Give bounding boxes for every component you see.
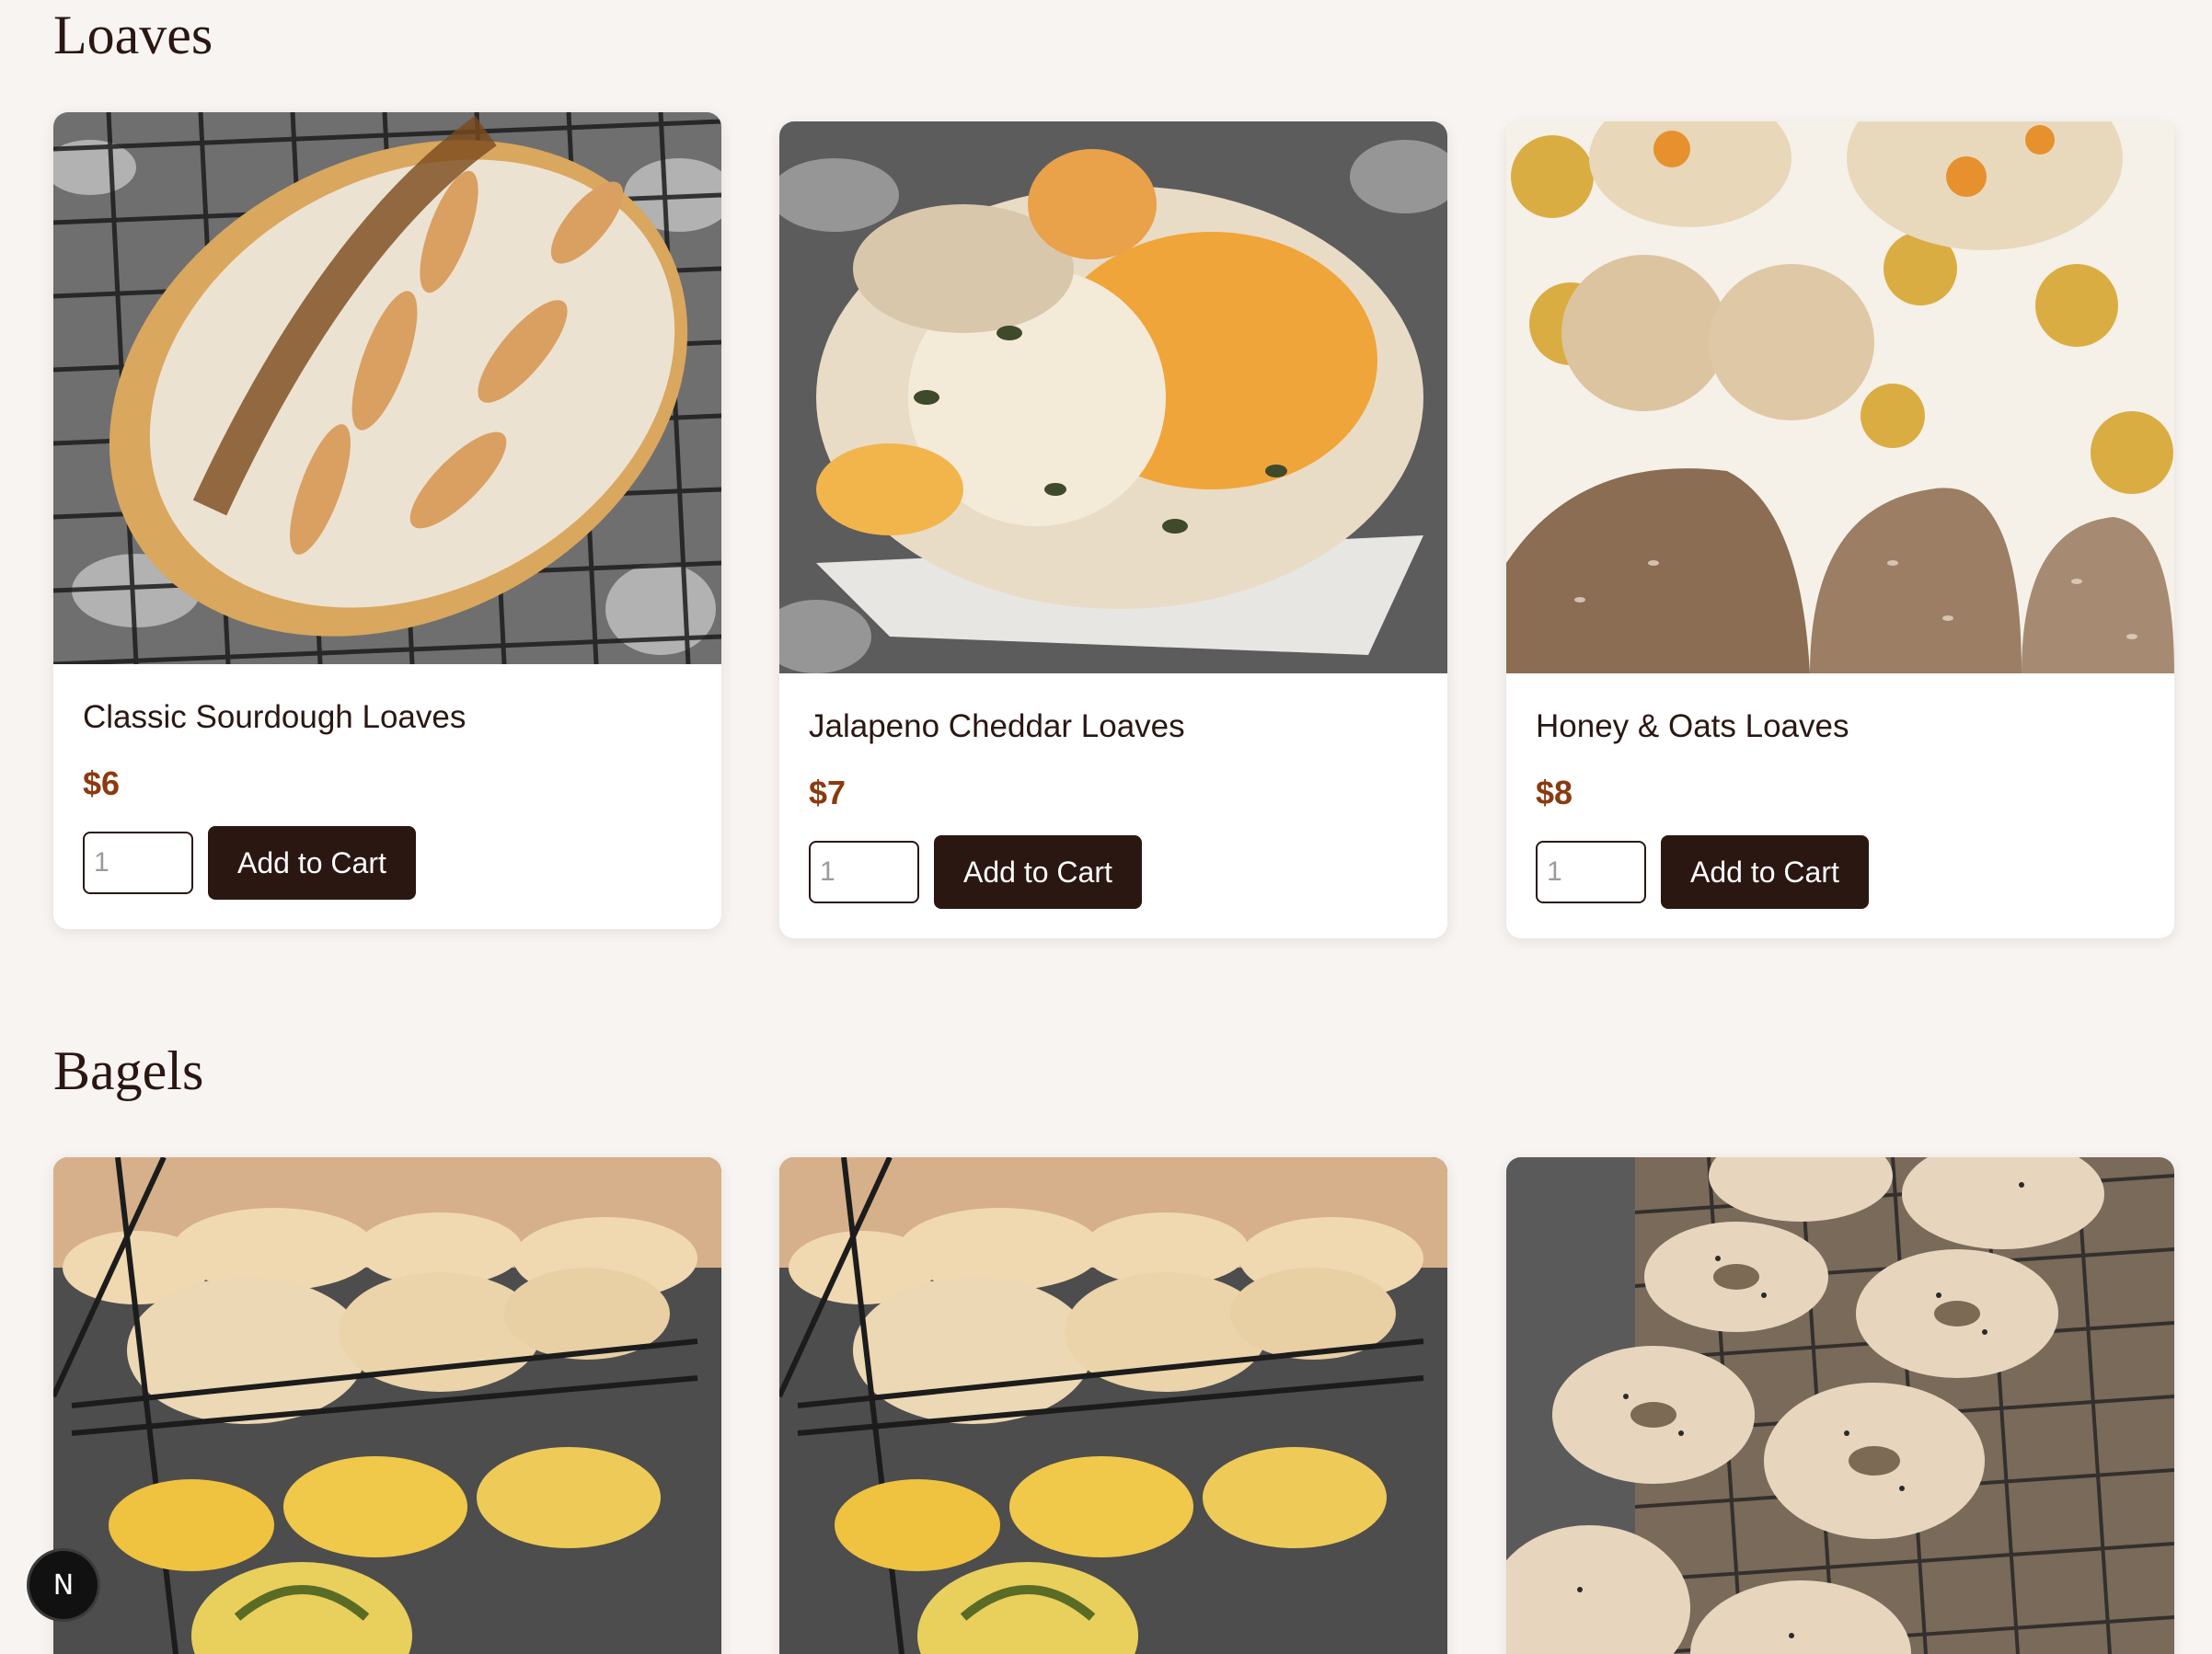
add-to-cart-button[interactable]: Add to Cart bbox=[934, 835, 1142, 910]
product-image-honey-oats[interactable] bbox=[1506, 121, 2174, 673]
nextjs-icon[interactable]: N bbox=[29, 1551, 98, 1619]
product-card-jalapeno-cheddar: Jalapeno Cheddar Loaves $7 Add to Cart bbox=[779, 121, 1447, 939]
add-to-cart-button[interactable]: Add to Cart bbox=[208, 826, 416, 901]
quantity-input[interactable] bbox=[83, 832, 193, 895]
product-card-bagel-1 bbox=[53, 1157, 721, 1654]
product-name: Jalapeno Cheddar Loaves bbox=[809, 708, 1185, 744]
product-card-classic-sourdough: Classic Sourdough Loaves $6 Add to Cart bbox=[53, 112, 721, 930]
product-image-bagels-rack[interactable] bbox=[53, 1157, 721, 1654]
product-card-honey-oats: Honey & Oats Loaves $8 Add to Cart bbox=[1506, 121, 2174, 939]
product-image-everything-bagels[interactable] bbox=[1506, 1157, 2174, 1654]
quantity-input[interactable] bbox=[809, 841, 919, 904]
product-name: Honey & Oats Loaves bbox=[1536, 708, 1849, 744]
product-name: Classic Sourdough Loaves bbox=[83, 699, 467, 735]
quantity-input[interactable] bbox=[1536, 841, 1646, 904]
product-card-bagel-2 bbox=[779, 1157, 1447, 1654]
product-image-sourdough[interactable] bbox=[53, 112, 721, 664]
add-to-cart-button[interactable]: Add to Cart bbox=[1661, 835, 1869, 910]
product-price: $8 bbox=[1536, 774, 1573, 812]
section-title-bagels: Bagels bbox=[53, 1040, 204, 1101]
product-price: $7 bbox=[809, 774, 847, 812]
product-image-bagels-rack[interactable] bbox=[779, 1157, 1447, 1654]
product-image-jalapeno-cheddar[interactable] bbox=[779, 121, 1447, 673]
product-card-bagel-3 bbox=[1506, 1157, 2174, 1654]
product-page: Loaves Classic Sourdough Loaves $6 1 Add… bbox=[0, 0, 2212, 1654]
section-title-loaves: Loaves bbox=[53, 5, 213, 65]
product-price: $6 bbox=[83, 764, 121, 803]
